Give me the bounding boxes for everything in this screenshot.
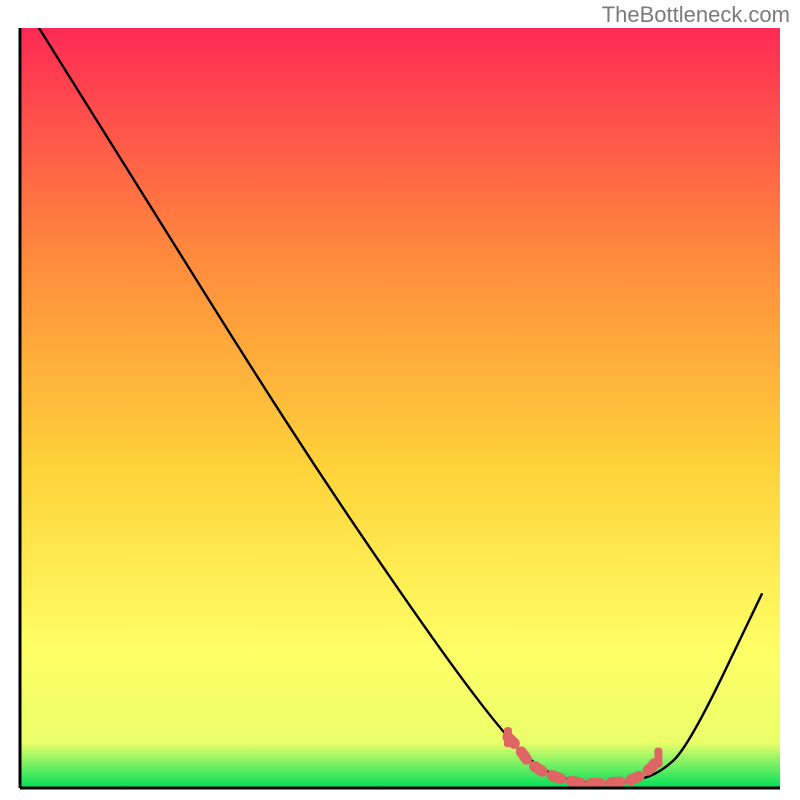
watermark-label: TheBottleneck.com [602, 2, 790, 28]
plot-area [0, 0, 800, 800]
chart-container: TheBottleneck.com [0, 0, 800, 800]
gradient-background [20, 28, 780, 788]
